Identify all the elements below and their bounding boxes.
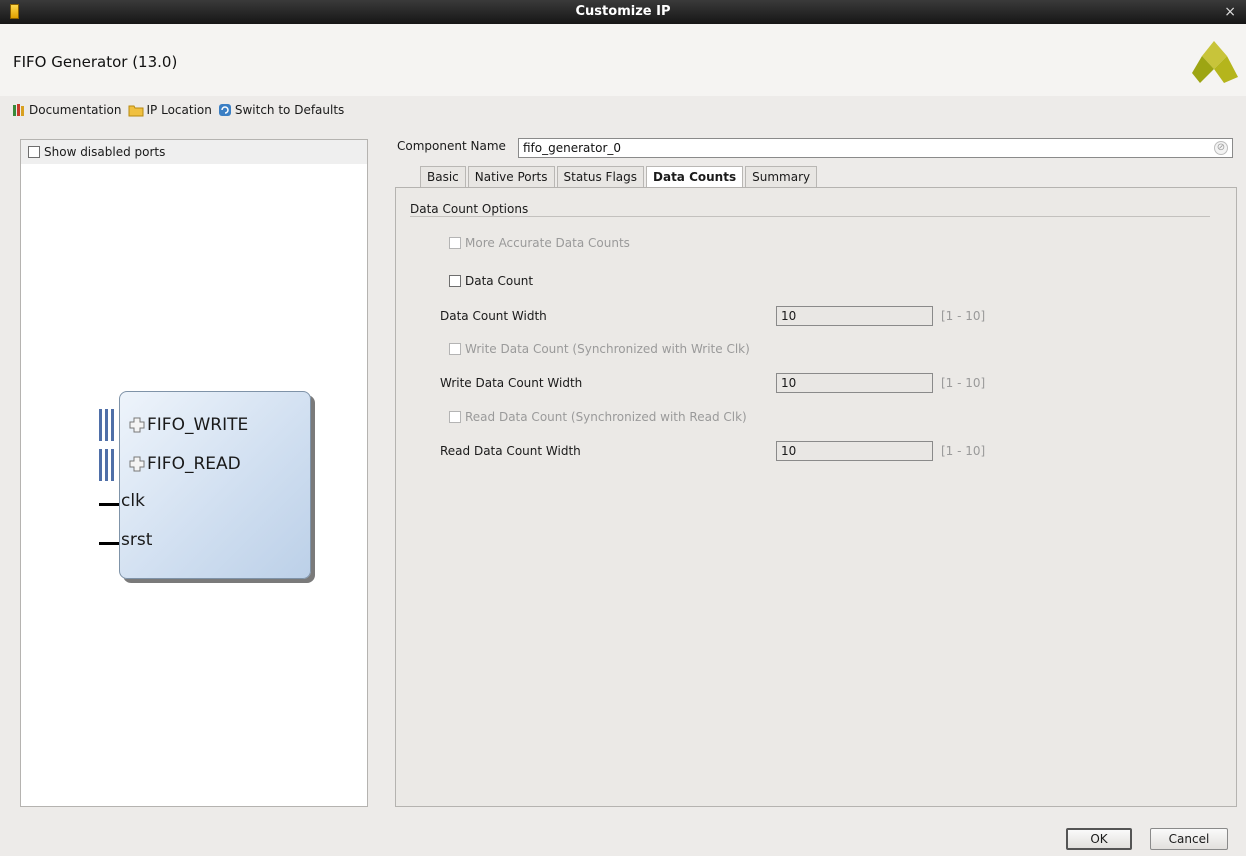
tab-native-ports[interactable]: Native Ports: [467, 166, 555, 187]
close-icon[interactable]: ×: [1224, 0, 1236, 24]
write-data-count-label: Write Data Count (Synchronized with Writ…: [465, 342, 750, 356]
data-count-width-label: Data Count Width: [440, 309, 547, 323]
read-data-count-width-label: Read Data Count Width: [440, 444, 581, 458]
tab-basic[interactable]: Basic: [420, 166, 466, 187]
tab-summary[interactable]: Summary: [745, 166, 818, 187]
data-count-label: Data Count: [465, 274, 534, 288]
expand-plus-icon[interactable]: [129, 456, 145, 472]
port-wire: [99, 542, 119, 545]
expand-plus-icon[interactable]: [129, 417, 145, 433]
ip-symbol: FIFO_WRITE FIFO_READ clk srst: [99, 391, 311, 586]
bus-bar: [99, 409, 102, 441]
dialog-header: FIFO Generator (13.0): [0, 24, 1246, 96]
data-count-width-range: [1 - 10]: [941, 309, 986, 323]
show-disabled-ports-label: Show disabled ports: [44, 145, 166, 159]
write-data-count-width-field[interactable]: 10: [776, 373, 933, 393]
read-data-count-label: Read Data Count (Synchronized with Read …: [465, 410, 747, 424]
write-data-count-width-label: Write Data Count Width: [440, 376, 583, 390]
port-srst: srst: [121, 530, 153, 550]
show-disabled-ports-row[interactable]: Show disabled ports: [21, 140, 367, 164]
bus-bar: [99, 449, 102, 481]
write-data-count-width-range: [1 - 10]: [941, 376, 986, 390]
write-data-count-checkbox[interactable]: [449, 343, 461, 355]
folder-icon: [128, 105, 144, 117]
port-fifo-read[interactable]: FIFO_READ: [147, 454, 241, 474]
write-data-count-option[interactable]: Write Data Count (Synchronized with Writ…: [449, 342, 750, 356]
ip-location-label: IP Location: [146, 103, 212, 117]
port-fifo-write[interactable]: FIFO_WRITE: [147, 415, 248, 435]
more-accurate-data-counts-checkbox[interactable]: [449, 237, 461, 249]
switch-to-defaults-label: Switch to Defaults: [234, 103, 345, 117]
bus-bar: [111, 449, 114, 481]
window-titlebar: Customize IP ×: [0, 0, 1246, 24]
ip-title: FIFO Generator (13.0): [13, 53, 178, 71]
data-count-width-field[interactable]: 10: [776, 306, 933, 326]
tab-status-flags[interactable]: Status Flags: [556, 166, 645, 187]
port-clk: clk: [121, 491, 145, 511]
documentation-label: Documentation: [29, 103, 122, 117]
read-data-count-width-field[interactable]: 10: [776, 441, 933, 461]
data-count-option[interactable]: Data Count: [449, 274, 533, 288]
section-title: Data Count Options: [410, 202, 529, 216]
more-accurate-data-counts-label: More Accurate Data Counts: [465, 236, 630, 250]
tab-data-counts[interactable]: Data Counts: [646, 166, 744, 188]
xilinx-logo: [1192, 41, 1238, 83]
switch-to-defaults-button[interactable]: Switch to Defaults: [218, 103, 344, 117]
documentation-button[interactable]: Documentation: [12, 103, 122, 117]
section-divider: [410, 216, 1210, 217]
component-name-input[interactable]: [518, 138, 1233, 158]
books-icon: [13, 104, 24, 116]
ok-button[interactable]: OK: [1066, 828, 1132, 850]
data-count-checkbox[interactable]: [449, 275, 461, 287]
read-data-count-checkbox[interactable]: [449, 411, 461, 423]
bus-bar: [111, 409, 114, 441]
window-title: Customize IP: [575, 4, 671, 19]
clear-icon[interactable]: ⊘: [1214, 141, 1228, 155]
read-data-count-option[interactable]: Read Data Count (Synchronized with Read …: [449, 410, 747, 424]
app-icon: [10, 4, 19, 19]
bus-bar: [105, 449, 108, 481]
port-wire: [99, 503, 119, 506]
more-accurate-data-counts-option[interactable]: More Accurate Data Counts: [449, 236, 630, 250]
toolbar: Documentation IP Location Switch to Defa…: [12, 101, 350, 119]
ip-location-button[interactable]: IP Location: [128, 103, 212, 117]
read-data-count-width-range: [1 - 10]: [941, 444, 986, 458]
show-disabled-ports-checkbox[interactable]: [28, 146, 40, 158]
bus-bar: [105, 409, 108, 441]
tab-bar: Basic Native Ports Status Flags Data Cou…: [420, 166, 819, 188]
refresh-icon: [218, 104, 231, 116]
cancel-button[interactable]: Cancel: [1150, 828, 1228, 850]
ip-symbol-panel: Show disabled ports FIFO_WRITE FIFO_READ…: [20, 139, 368, 807]
component-name-label: Component Name: [397, 139, 506, 153]
